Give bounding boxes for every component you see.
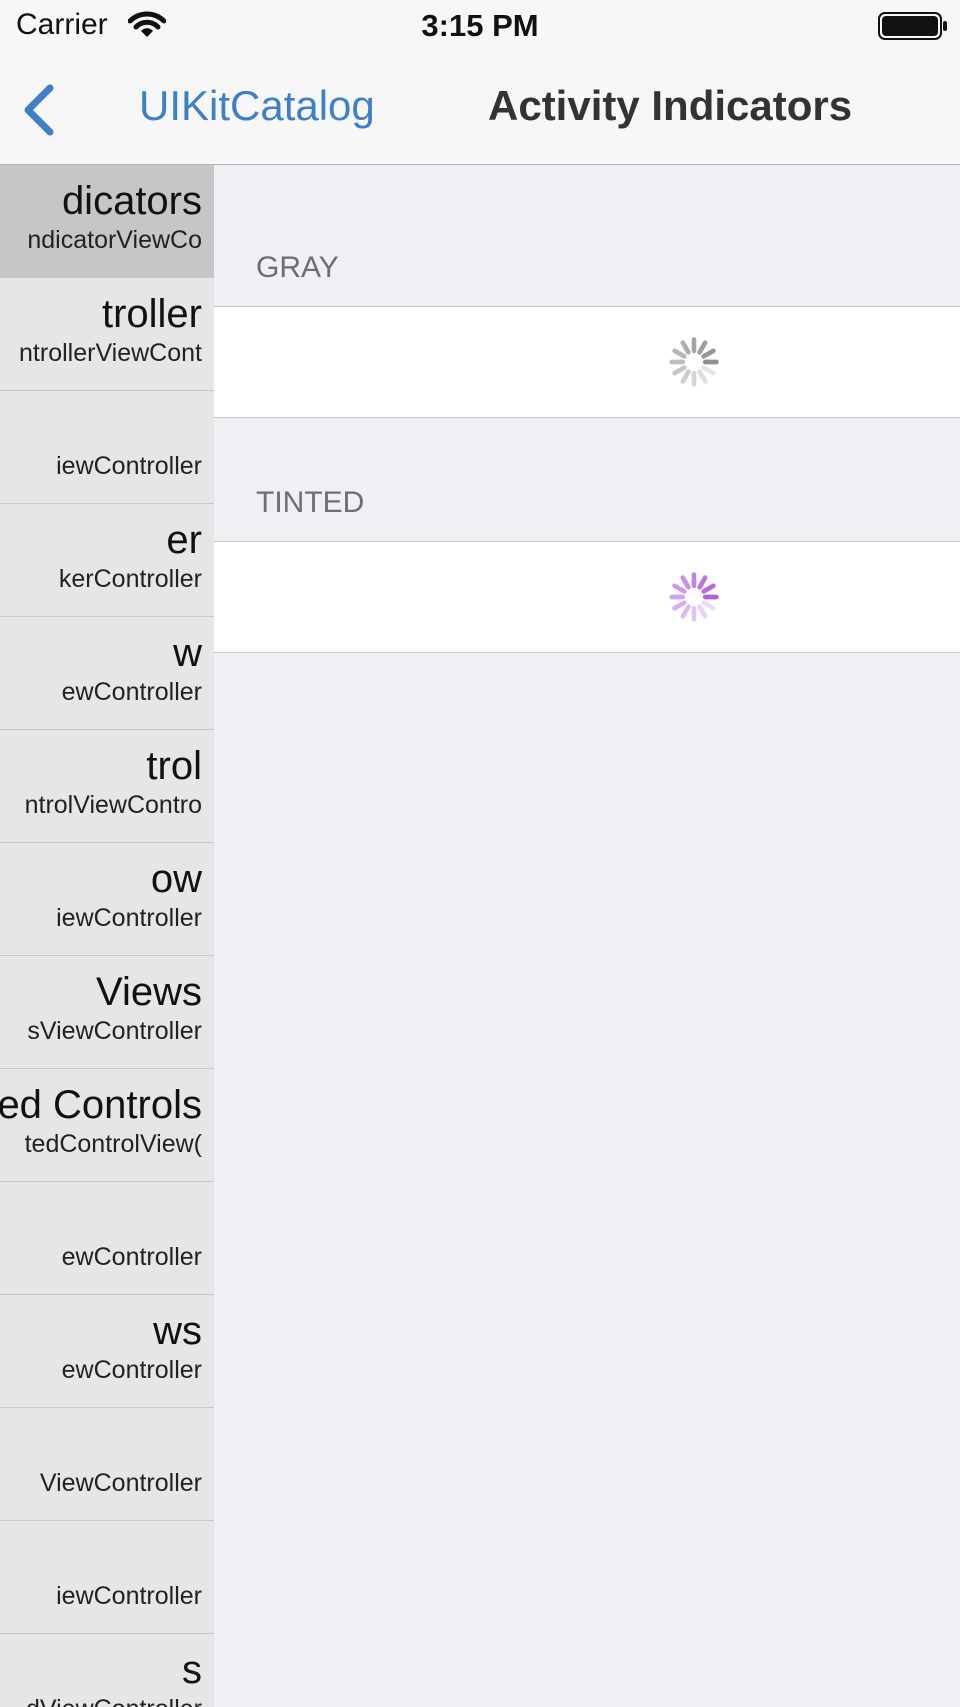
sidebar-item-subtitle: ewController: [61, 1243, 202, 1271]
sidebar-item-switches[interactable]: iewController: [0, 1521, 214, 1634]
sidebar-item-picker-view[interactable]: ow iewController: [0, 843, 214, 956]
sidebar-item-page-control[interactable]: trol ntrolViewContro: [0, 730, 214, 843]
sidebar-item-subtitle: kerController: [58, 565, 202, 593]
sidebar-item-title: s: [182, 1648, 202, 1692]
spinner-spoke: [701, 583, 716, 594]
gray-activity-indicator-icon: [669, 337, 719, 387]
sidebar-item-activity-indicators[interactable]: dicators ndicatorViewCo: [0, 165, 214, 278]
sidebar-item-alert-controller[interactable]: troller ntrollerViewCont: [0, 278, 214, 391]
spinner-spoke: [680, 340, 691, 355]
detail-view: GRAY TINTED: [214, 165, 960, 1707]
spinner-spoke: [697, 575, 708, 590]
sidebar-item-sliders[interactable]: ewController: [0, 1182, 214, 1295]
sidebar-item-title: ed Controls: [0, 1083, 202, 1127]
sidebar-item-steppers[interactable]: ViewController: [0, 1408, 214, 1521]
spinner-spoke: [701, 600, 716, 611]
spinner-spoke: [672, 365, 687, 376]
sidebar-item-progress-views[interactable]: Views sViewController: [0, 956, 214, 1069]
sidebar-item-subtitle: ewController: [61, 678, 202, 706]
spinner-spoke: [672, 348, 687, 359]
spinner-spoke: [697, 604, 708, 619]
tinted-activity-indicator-icon: [669, 572, 719, 622]
sidebar-item-title: er: [166, 518, 202, 562]
sidebar-item-subtitle: ewController: [61, 1356, 202, 1384]
sidebar-master-list: dicators ndicatorViewCo troller ntroller…: [0, 165, 214, 1707]
tinted-indicator-cell: [214, 541, 960, 653]
sidebar-item-title: w: [173, 631, 202, 675]
sidebar-item-subtitle: ndicatorViewCo: [27, 226, 202, 254]
section-header-gray: GRAY: [256, 251, 339, 284]
sidebar-item-subtitle: ntrollerViewCont: [19, 339, 202, 367]
sidebar-item-subtitle: ViewController: [39, 1469, 202, 1497]
spinner-spoke: [672, 583, 687, 594]
sidebar-item-stack-views[interactable]: ws ewController: [0, 1295, 214, 1408]
status-time: 3:15 PM: [421, 8, 539, 43]
sidebar-item-date-picker[interactable]: er kerController: [0, 504, 214, 617]
page-title: Activity Indicators: [488, 82, 853, 129]
sidebar-item-subtitle: dViewController: [26, 1695, 202, 1707]
back-button[interactable]: UIKitCatalog: [139, 82, 375, 130]
sidebar-item-subtitle: iewController: [56, 904, 202, 932]
sidebar-item-subtitle: sViewController: [27, 1017, 202, 1045]
sidebar-item-title: dicators: [61, 179, 202, 223]
sidebar-item-buttons[interactable]: iewController: [0, 391, 214, 504]
status-bar: Carrier 3:15 PM: [0, 0, 960, 52]
sidebar-item-subtitle: iewController: [56, 452, 202, 480]
sidebar-item-subtitle: tedControlView(: [24, 1130, 202, 1158]
spinner-spoke: [697, 340, 708, 355]
spinner-spoke: [701, 348, 716, 359]
navigation-bar: UIKitCatalog Activity Indicators: [0, 52, 960, 165]
sidebar-item-subtitle: iewController: [56, 1582, 202, 1610]
gray-indicator-cell: [214, 306, 960, 418]
sidebar-item-subtitle: ntrolViewContro: [24, 791, 202, 819]
section-header-tinted: TINTED: [256, 486, 365, 519]
sidebar-item-segmented-controls[interactable]: ed Controls tedControlView(: [0, 1069, 214, 1182]
spinner-spoke: [680, 604, 691, 619]
spinner-spoke: [701, 365, 716, 376]
sidebar-item-title: trol: [146, 744, 202, 788]
spinner-spoke: [680, 575, 691, 590]
sidebar-item-title: Views: [96, 970, 202, 1014]
sidebar-item-title: troller: [101, 292, 202, 336]
battery-icon: [878, 12, 948, 45]
back-chevron-icon[interactable]: [18, 82, 58, 143]
spinner-spoke: [680, 369, 691, 384]
sidebar-item-title: ow: [150, 857, 202, 901]
spinner-spoke: [697, 369, 708, 384]
spinner-spoke: [672, 600, 687, 611]
sidebar-item-title: ws: [153, 1309, 202, 1353]
sidebar-item-image-view[interactable]: w ewController: [0, 617, 214, 730]
sidebar-item-text-fields[interactable]: s dViewController: [0, 1634, 214, 1707]
